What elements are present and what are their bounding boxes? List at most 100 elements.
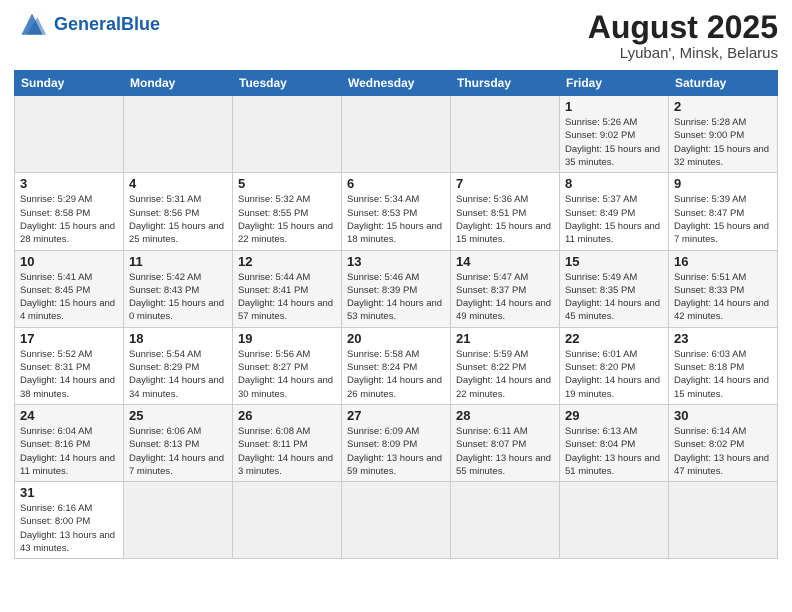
calendar-row: 3Sunrise: 5:29 AM Sunset: 8:58 PM Daylig… (15, 173, 778, 250)
calendar-cell: 26 Sunrise: 6:08 AM Sunset: 8:11 PM Dayli… (233, 404, 342, 481)
col-thursday: Thursday (451, 71, 560, 96)
page: GeneralBlue August 2025 Lyuban', Minsk, … (0, 0, 792, 612)
calendar-cell: 2 Sunrise: 5:28 AM Sunset: 9:00 PM Daylig… (669, 96, 778, 173)
day-number: 18 (129, 331, 227, 346)
calendar-cell (124, 96, 233, 173)
day-info: Sunrise: 5:49 AM Sunset: 8:35 PM Dayligh… (565, 271, 663, 324)
day-info: Sunrise: 6:14 AM Sunset: 8:02 PM Dayligh… (674, 425, 772, 478)
calendar-cell (560, 482, 669, 559)
day-number: 2 (674, 99, 772, 114)
day-number: 5 (238, 176, 336, 191)
day-number: 7 (456, 176, 554, 191)
day-number: 19 (238, 331, 336, 346)
calendar-row: 1 Sunrise: 5:26 AM Sunset: 9:02 PM Daylig… (15, 96, 778, 173)
day-number: 6 (347, 176, 445, 191)
day-info: Sunrise: 5:28 AM Sunset: 9:00 PM Dayligh… (674, 116, 772, 169)
calendar-cell: 27 Sunrise: 6:09 AM Sunset: 8:09 PM Dayli… (342, 404, 451, 481)
calendar-cell: 31Sunrise: 6:16 AM Sunset: 8:00 PM Dayli… (15, 482, 124, 559)
calendar-cell (669, 482, 778, 559)
day-number: 23 (674, 331, 772, 346)
day-number: 9 (674, 176, 772, 191)
day-number: 12 (238, 254, 336, 269)
title-block: August 2025 Lyuban', Minsk, Belarus (588, 10, 778, 62)
day-number: 3 (20, 176, 118, 191)
page-title: August 2025 (588, 10, 778, 45)
logo: GeneralBlue (14, 10, 160, 40)
calendar-cell (15, 96, 124, 173)
calendar-cell: 14Sunrise: 5:47 AM Sunset: 8:37 PM Dayli… (451, 250, 560, 327)
calendar-cell: 28Sunrise: 6:11 AM Sunset: 8:07 PM Dayli… (451, 404, 560, 481)
calendar-cell: 23Sunrise: 6:03 AM Sunset: 8:18 PM Dayli… (669, 327, 778, 404)
day-number: 1 (565, 99, 663, 114)
calendar-cell: 30Sunrise: 6:14 AM Sunset: 8:02 PM Dayli… (669, 404, 778, 481)
logo-text: GeneralBlue (54, 15, 160, 35)
calendar-cell: 17 Sunrise: 5:52 AM Sunset: 8:31 PM Dayli… (15, 327, 124, 404)
day-info: Sunrise: 5:47 AM Sunset: 8:37 PM Dayligh… (456, 271, 554, 324)
logo-blue: Blue (121, 14, 160, 34)
day-number: 16 (674, 254, 772, 269)
day-number: 11 (129, 254, 227, 269)
calendar-cell: 15 Sunrise: 5:49 AM Sunset: 8:35 PM Dayli… (560, 250, 669, 327)
day-info: Sunrise: 5:31 AM Sunset: 8:56 PM Dayligh… (129, 193, 227, 246)
col-tuesday: Tuesday (233, 71, 342, 96)
calendar-cell (451, 482, 560, 559)
calendar-cell: 10 Sunrise: 5:41 AM Sunset: 8:45 PM Dayli… (15, 250, 124, 327)
calendar-cell: 16 Sunrise: 5:51 AM Sunset: 8:33 PM Dayli… (669, 250, 778, 327)
calendar-cell: 9Sunrise: 5:39 AM Sunset: 8:47 PM Daylig… (669, 173, 778, 250)
day-info: Sunrise: 6:01 AM Sunset: 8:20 PM Dayligh… (565, 348, 663, 401)
col-friday: Friday (560, 71, 669, 96)
logo-general: General (54, 14, 121, 34)
day-info: Sunrise: 6:08 AM Sunset: 8:11 PM Dayligh… (238, 425, 336, 478)
logo-icon (14, 10, 50, 40)
day-info: Sunrise: 6:11 AM Sunset: 8:07 PM Dayligh… (456, 425, 554, 478)
calendar-row: 24 Sunrise: 6:04 AM Sunset: 8:16 PM Dayli… (15, 404, 778, 481)
day-info: Sunrise: 5:54 AM Sunset: 8:29 PM Dayligh… (129, 348, 227, 401)
day-number: 22 (565, 331, 663, 346)
calendar-cell: 8 Sunrise: 5:37 AM Sunset: 8:49 PM Daylig… (560, 173, 669, 250)
day-info: Sunrise: 5:41 AM Sunset: 8:45 PM Dayligh… (20, 271, 118, 324)
day-number: 17 (20, 331, 118, 346)
calendar-cell: 13 Sunrise: 5:46 AM Sunset: 8:39 PM Dayli… (342, 250, 451, 327)
day-info: Sunrise: 5:26 AM Sunset: 9:02 PM Dayligh… (565, 116, 663, 169)
calendar-cell (124, 482, 233, 559)
day-number: 31 (20, 485, 118, 500)
day-info: Sunrise: 6:04 AM Sunset: 8:16 PM Dayligh… (20, 425, 118, 478)
day-info: Sunrise: 6:06 AM Sunset: 8:13 PM Dayligh… (129, 425, 227, 478)
day-info: Sunrise: 5:32 AM Sunset: 8:55 PM Dayligh… (238, 193, 336, 246)
page-subtitle: Lyuban', Minsk, Belarus (588, 45, 778, 62)
day-info: Sunrise: 6:09 AM Sunset: 8:09 PM Dayligh… (347, 425, 445, 478)
calendar-cell: 19Sunrise: 5:56 AM Sunset: 8:27 PM Dayli… (233, 327, 342, 404)
calendar-cell (342, 482, 451, 559)
day-number: 4 (129, 176, 227, 191)
day-info: Sunrise: 5:52 AM Sunset: 8:31 PM Dayligh… (20, 348, 118, 401)
calendar-row: 17 Sunrise: 5:52 AM Sunset: 8:31 PM Dayli… (15, 327, 778, 404)
day-number: 10 (20, 254, 118, 269)
day-number: 21 (456, 331, 554, 346)
day-number: 26 (238, 408, 336, 423)
day-number: 15 (565, 254, 663, 269)
day-info: Sunrise: 5:58 AM Sunset: 8:24 PM Dayligh… (347, 348, 445, 401)
day-number: 8 (565, 176, 663, 191)
calendar-cell: 18 Sunrise: 5:54 AM Sunset: 8:29 PM Dayli… (124, 327, 233, 404)
day-info: Sunrise: 5:36 AM Sunset: 8:51 PM Dayligh… (456, 193, 554, 246)
col-monday: Monday (124, 71, 233, 96)
day-number: 13 (347, 254, 445, 269)
calendar-row: 31Sunrise: 6:16 AM Sunset: 8:00 PM Dayli… (15, 482, 778, 559)
day-info: Sunrise: 5:37 AM Sunset: 8:49 PM Dayligh… (565, 193, 663, 246)
day-info: Sunrise: 5:46 AM Sunset: 8:39 PM Dayligh… (347, 271, 445, 324)
calendar-cell: 1 Sunrise: 5:26 AM Sunset: 9:02 PM Daylig… (560, 96, 669, 173)
calendar-cell: 25Sunrise: 6:06 AM Sunset: 8:13 PM Dayli… (124, 404, 233, 481)
calendar-header-row: Sunday Monday Tuesday Wednesday Thursday… (15, 71, 778, 96)
day-number: 20 (347, 331, 445, 346)
day-info: Sunrise: 6:13 AM Sunset: 8:04 PM Dayligh… (565, 425, 663, 478)
day-number: 24 (20, 408, 118, 423)
calendar-cell (233, 482, 342, 559)
calendar-cell: 11 Sunrise: 5:42 AM Sunset: 8:43 PM Dayli… (124, 250, 233, 327)
day-info: Sunrise: 5:44 AM Sunset: 8:41 PM Dayligh… (238, 271, 336, 324)
calendar-cell: 3Sunrise: 5:29 AM Sunset: 8:58 PM Daylig… (15, 173, 124, 250)
calendar-cell: 21Sunrise: 5:59 AM Sunset: 8:22 PM Dayli… (451, 327, 560, 404)
day-info: Sunrise: 5:51 AM Sunset: 8:33 PM Dayligh… (674, 271, 772, 324)
calendar-cell: 29Sunrise: 6:13 AM Sunset: 8:04 PM Dayli… (560, 404, 669, 481)
day-number: 27 (347, 408, 445, 423)
day-info: Sunrise: 5:42 AM Sunset: 8:43 PM Dayligh… (129, 271, 227, 324)
